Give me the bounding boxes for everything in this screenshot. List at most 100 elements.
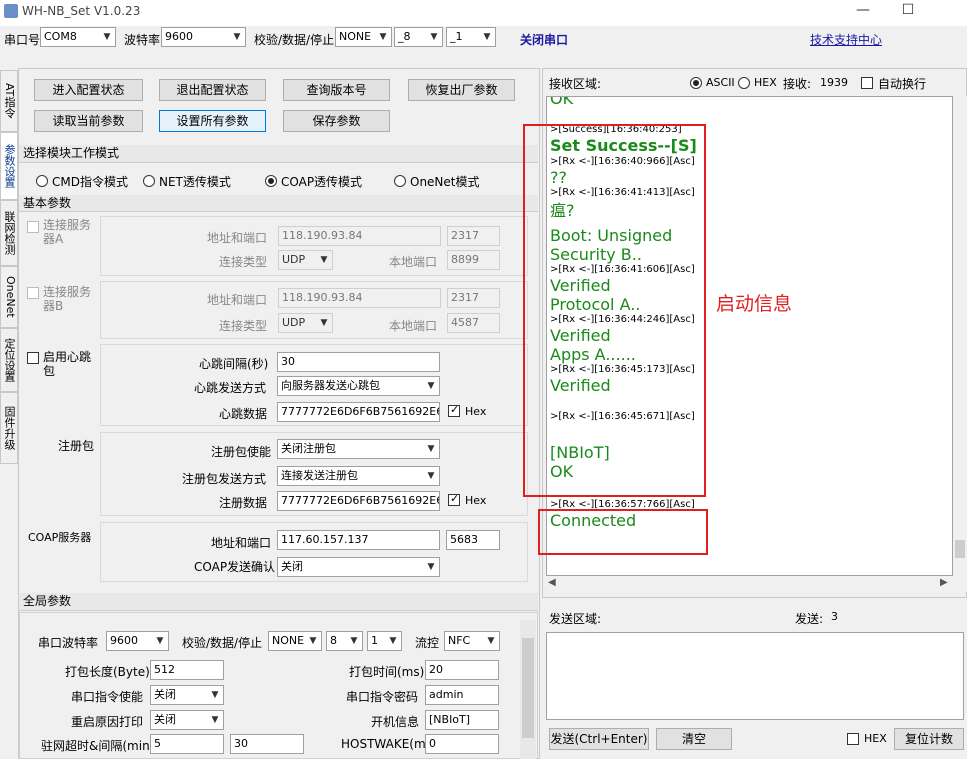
scroll-thumb[interactable] [522, 638, 534, 738]
chevron-down-icon: ▼ [487, 636, 495, 646]
heartbeat-send-label: 心跳发送方式 [194, 381, 267, 395]
recv-count: 1939 [820, 76, 848, 89]
wrap-checkbox[interactable] [861, 77, 873, 89]
ascii-label: ASCII [706, 76, 735, 89]
chevron-down-icon: ▼ [427, 381, 435, 391]
mode-label-coap: COAP透传模式 [281, 175, 363, 189]
data-bits-select[interactable]: _8 ▼ [394, 27, 443, 47]
annotation-box-connected [538, 509, 708, 555]
send-hex-checkbox[interactable] [847, 733, 859, 745]
mode-label-net: NET透传模式 [159, 175, 231, 189]
global-stop-select[interactable]: 1 ▼ [367, 631, 402, 651]
heartbeat-send-select[interactable]: 向服务器发送心跳包 ▼ [277, 376, 440, 396]
tab-location[interactable]: 定位设置 [0, 328, 18, 392]
parity-select[interactable]: NONE ▼ [335, 27, 392, 47]
tab-network-check[interactable]: 联网检测 [0, 200, 18, 266]
global-data-select[interactable]: 8 ▼ [326, 631, 363, 651]
cmd-pwd-input[interactable]: admin [425, 685, 499, 705]
tab-param-settings[interactable]: 参数设置 [0, 132, 18, 200]
chevron-down-icon: ▼ [350, 636, 358, 646]
scroll-right-icon[interactable]: ▶ [940, 577, 948, 588]
save-params-button[interactable]: 保存参数 [283, 110, 390, 132]
baud-select[interactable]: 9600 ▼ [161, 27, 246, 47]
server-b-type-select[interactable]: UDP ▼ [278, 313, 333, 333]
set-all-button[interactable]: 设置所有参数 [159, 110, 266, 132]
timeout-input[interactable]: 5 [150, 734, 224, 754]
restore-factory-button[interactable]: 恢复出厂参数 [408, 79, 515, 101]
exit-config-button[interactable]: 退出配置状态 [159, 79, 266, 101]
log-vscrollbar[interactable] [953, 96, 967, 576]
log-hscrollbar[interactable]: ◀ ▶ [546, 576, 967, 592]
global-baud-select[interactable]: 9600 ▼ [106, 631, 169, 651]
reset-count-button[interactable]: 复位计数 [894, 728, 964, 750]
register-send-select[interactable]: 连接发送注册包 ▼ [277, 466, 440, 486]
heartbeat-hex-label: Hex [465, 405, 487, 418]
server-a-local-input[interactable]: 8899 [447, 250, 500, 270]
coap-confirm-select[interactable]: 关闭 ▼ [277, 557, 440, 577]
register-data-input[interactable]: 7777772E6D6F6B7561692E636E [277, 491, 440, 511]
close-port-button[interactable]: 关闭串口 [520, 31, 568, 48]
heartbeat-data-input[interactable]: 7777772E6D6F6B7561692E636E [277, 402, 440, 422]
heartbeat-label: 启用心跳包 [43, 350, 92, 378]
global-flow-select[interactable]: NFC ▼ [444, 631, 500, 651]
hex-radio[interactable] [738, 77, 750, 89]
send-count-label: 发送: [795, 612, 824, 626]
interval-input[interactable]: 30 [230, 734, 304, 754]
read-params-button[interactable]: 读取当前参数 [34, 110, 143, 132]
tab-onenet[interactable]: OneNet [0, 266, 18, 328]
mode-radio-cmd[interactable] [36, 175, 48, 187]
mode-radio-net[interactable] [143, 175, 155, 187]
register-hex-checkbox[interactable] [448, 492, 460, 506]
hostwake-input[interactable]: 0 [425, 734, 499, 754]
coap-confirm-label: COAP发送确认 [194, 560, 276, 574]
coap-port-input[interactable]: 5683 [446, 530, 500, 550]
minimize-icon[interactable]: — [848, 0, 878, 24]
mode-header: 选择模块工作模式 [19, 145, 538, 163]
server-a-type-select[interactable]: UDP ▼ [278, 250, 333, 270]
mode-radio-onenet[interactable] [394, 175, 406, 187]
register-label: 注册包 [58, 439, 95, 453]
server-a-checkbox[interactable] [27, 221, 39, 233]
server-b-addr-input[interactable]: 118.190.93.84 [278, 288, 441, 308]
global-parity-select[interactable]: NONE ▼ [268, 631, 322, 651]
heartbeat-hex-checkbox[interactable] [448, 403, 460, 417]
cmd-enable-select[interactable]: 关闭 ▼ [150, 685, 224, 705]
send-label: 发送区域: [549, 612, 602, 626]
scroll-thumb[interactable] [955, 540, 965, 558]
ascii-radio[interactable] [690, 77, 702, 89]
chevron-down-icon: ▼ [427, 444, 435, 454]
tab-firmware[interactable]: 固件升级 [0, 392, 18, 464]
server-b-label: 连接服务器B [43, 285, 92, 313]
server-a-port-input[interactable]: 2317 [447, 226, 500, 246]
pkt-len-input[interactable]: 512 [150, 660, 224, 680]
boot-info-input[interactable]: [NBIoT] [425, 710, 499, 730]
send-button[interactable]: 发送(Ctrl+Enter) [549, 728, 649, 750]
reboot-select[interactable]: 关闭 ▼ [150, 710, 224, 730]
maximize-icon[interactable]: ☐ [893, 0, 923, 24]
heartbeat-interval-input[interactable]: 30 [277, 352, 440, 372]
support-link[interactable]: 技术支持中心 [810, 31, 882, 48]
global-scrollbar[interactable] [520, 620, 536, 759]
scroll-left-icon[interactable]: ◀ [548, 577, 556, 588]
send-textarea[interactable] [546, 632, 964, 720]
heartbeat-checkbox[interactable] [27, 352, 39, 364]
server-b-checkbox[interactable] [27, 287, 39, 299]
tab-at-command[interactable]: AT指令 [0, 70, 18, 132]
server-a-addr-input[interactable]: 118.190.93.84 [278, 226, 441, 246]
server-a-addr-label: 地址和端口 [207, 231, 268, 245]
clear-button[interactable]: 清空 [656, 728, 732, 750]
server-b-port-input[interactable]: 2317 [447, 288, 500, 308]
heartbeat-interval-label: 心跳间隔(秒) [199, 357, 269, 371]
pkt-time-input[interactable]: 20 [425, 660, 499, 680]
send-count: 3 [831, 610, 838, 623]
enter-config-button[interactable]: 进入配置状态 [34, 79, 143, 101]
coap-addr-input[interactable]: 117.60.157.137 [277, 530, 440, 550]
port-select[interactable]: COM8 ▼ [40, 27, 116, 47]
mode-radio-coap[interactable] [265, 175, 277, 187]
hostwake-label: HOSTWAKE(ms) [341, 737, 437, 751]
chevron-down-icon: ▼ [211, 690, 219, 700]
stop-bits-select[interactable]: _1 ▼ [446, 27, 496, 47]
register-enable-select[interactable]: 关闭注册包 ▼ [277, 439, 440, 459]
server-b-local-input[interactable]: 4587 [447, 313, 500, 333]
query-version-button[interactable]: 查询版本号 [283, 79, 390, 101]
